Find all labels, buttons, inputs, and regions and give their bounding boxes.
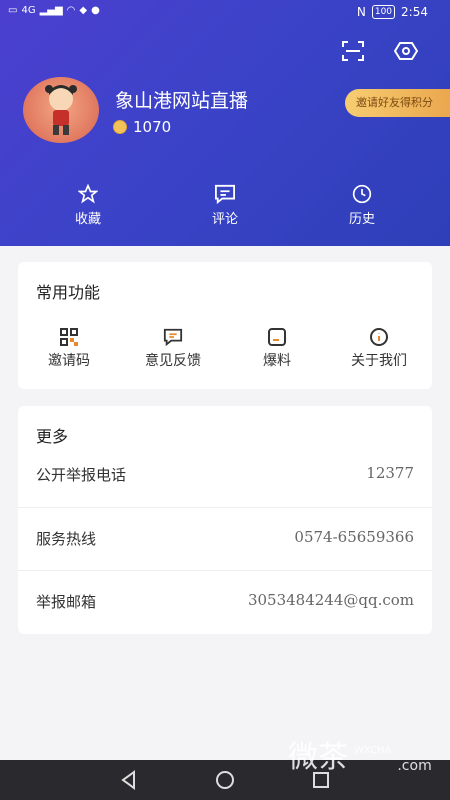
feedback-label: 意见反馈 — [145, 353, 201, 369]
report-email-value: 3053484244@qq.com — [247, 591, 414, 609]
report-phone-value: 12377 — [366, 464, 414, 482]
invite-code-button[interactable]: 邀请码 — [24, 324, 114, 370]
about-us-button[interactable]: 关于我们 — [334, 324, 424, 370]
watermark: 微茶 WXCHA .com — [288, 732, 432, 776]
feedback-icon — [128, 324, 218, 350]
clock-icon — [322, 180, 402, 208]
status-right: N 100 2:54 — [357, 5, 428, 19]
report-phone-row[interactable]: 公开举报电话 12377 — [18, 444, 432, 506]
invite-code-label: 邀请码 — [48, 353, 90, 369]
coin-balance: 1070 — [113, 118, 171, 136]
battery-icon: 100 — [371, 5, 396, 19]
back-icon[interactable] — [117, 768, 141, 792]
comment-icon — [185, 180, 265, 208]
report-email-row[interactable]: 举报邮箱 3053484244@qq.com — [18, 571, 432, 633]
home-icon[interactable] — [213, 768, 237, 792]
invite-friends-button[interactable]: 邀请好友得积分 — [345, 89, 450, 117]
carrier-label: 4G — [21, 5, 36, 16]
username[interactable]: 象山港网站直播 — [115, 86, 248, 113]
tip-off-label: 爆料 — [263, 353, 291, 369]
watermark-logo-text: 微茶 — [288, 740, 348, 775]
info-icon — [334, 324, 424, 350]
report-email-label: 举报邮箱 — [36, 593, 97, 611]
clock-time: 2:54 — [401, 5, 428, 19]
report-phone-label: 公开举报电话 — [36, 466, 127, 484]
service-hotline-row[interactable]: 服务热线 0574-65659366 — [18, 508, 432, 570]
scan-icon[interactable] — [338, 36, 368, 66]
qrcode-icon — [24, 324, 114, 350]
avatar[interactable] — [23, 77, 99, 143]
comments-button[interactable]: 评论 — [185, 180, 265, 227]
coin-value: 1070 — [133, 118, 172, 136]
coin-icon — [113, 120, 127, 134]
app-icon: ◆ — [79, 5, 88, 16]
more-card: 更多 公开举报电话 12377 服务热线 0574-65659366 举报邮箱 … — [18, 406, 432, 634]
watermark-domain: .com — [397, 758, 432, 774]
nfc-icon: N — [356, 5, 366, 19]
favorites-label: 收藏 — [74, 212, 101, 227]
status-bar: ▭ 4G ▂▄▆ ◠ ◆ ● N 100 2:54 — [0, 0, 450, 26]
feedback-button[interactable]: 意见反馈 — [128, 324, 218, 370]
comments-label: 评论 — [211, 212, 238, 227]
tip-off-button[interactable]: 爆料 — [232, 324, 322, 370]
profile-header: ▭ 4G ▂▄▆ ◠ ◆ ● N 100 2:54 象山港网站直播 1070 邀… — [0, 0, 450, 246]
message-icon: ● — [91, 5, 100, 16]
report-icon — [232, 324, 322, 350]
sim-icon: ▭ — [8, 5, 18, 16]
signal-icon: ▂▄▆ — [39, 5, 63, 16]
wifi-icon: ◠ — [66, 5, 76, 16]
status-icons: ▭ 4G ▂▄▆ ◠ ◆ ● — [8, 5, 100, 16]
star-icon — [48, 180, 128, 208]
common-functions-card: 常用功能 邀请码 意见反馈 爆料 关于我们 — [18, 262, 432, 389]
service-hotline-value: 0574-65659366 — [294, 528, 414, 546]
quick-nav: 收藏 评论 历史 — [0, 180, 450, 230]
history-button[interactable]: 历史 — [322, 180, 402, 227]
common-functions-title: 常用功能 — [36, 283, 101, 302]
watermark-small-text: WXCHA — [354, 745, 392, 756]
history-label: 历史 — [348, 212, 375, 227]
eye-settings-icon[interactable] — [391, 36, 421, 66]
service-hotline-label: 服务热线 — [36, 530, 97, 548]
favorites-button[interactable]: 收藏 — [48, 180, 128, 227]
about-us-label: 关于我们 — [351, 353, 407, 369]
